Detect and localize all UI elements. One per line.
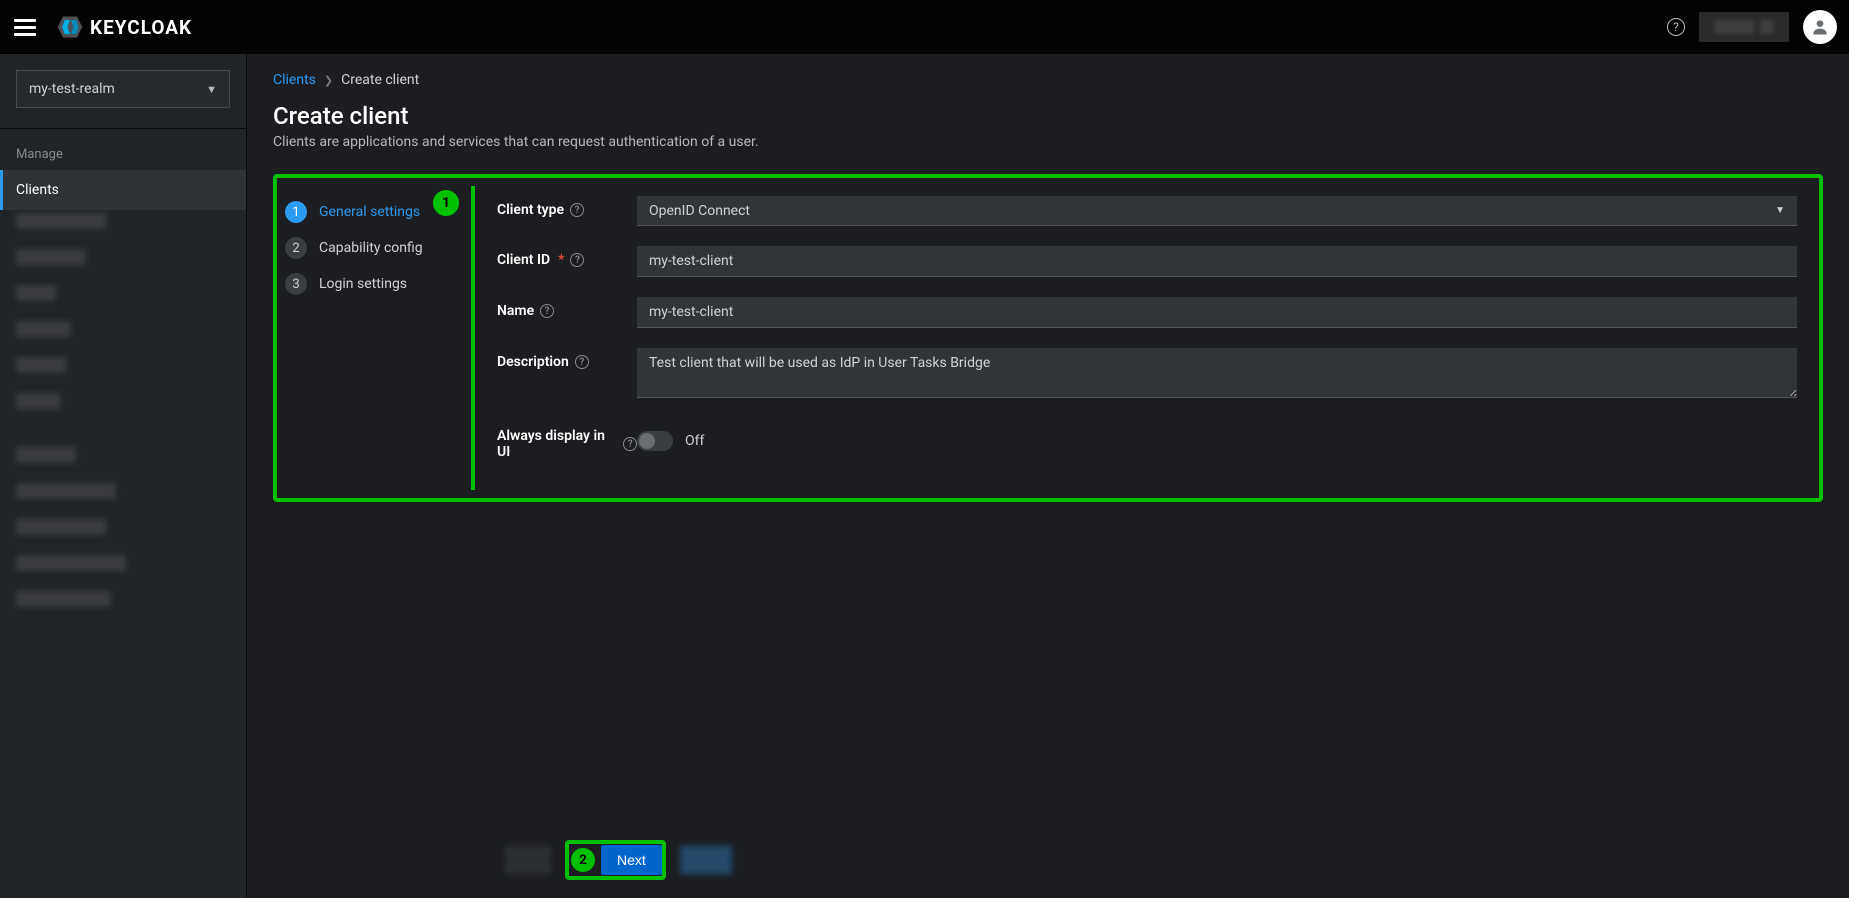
- footer-button-redacted[interactable]: [505, 846, 551, 874]
- annotation-badge-1: 1: [433, 190, 459, 216]
- help-icon[interactable]: ?: [570, 253, 584, 267]
- required-indicator: *: [558, 252, 564, 268]
- menu-toggle-icon[interactable]: [14, 13, 42, 41]
- sidebar-section-manage: Manage: [0, 133, 246, 170]
- sidebar: my-test-realm ▼ Manage Clients: [0, 54, 247, 898]
- sidebar-item-redacted[interactable]: [16, 357, 230, 387]
- caret-down-icon: ▼: [206, 83, 217, 96]
- wizard-steps: 1 General settings 2 Capability config 3…: [285, 186, 475, 490]
- sidebar-item-redacted[interactable]: [16, 591, 230, 621]
- page-description: Clients are applications and services th…: [273, 134, 1823, 150]
- step-label: General settings: [319, 204, 420, 220]
- realm-selector[interactable]: my-test-realm ▼: [16, 70, 230, 108]
- help-icon[interactable]: ?: [570, 203, 584, 217]
- wizard-highlight-box: 1 1 General settings 2 Capability config…: [273, 174, 1823, 502]
- sidebar-item-redacted[interactable]: [16, 213, 230, 243]
- description-textarea[interactable]: [637, 348, 1797, 398]
- step-number: 2: [285, 237, 307, 259]
- top-bar: KEYCLOAK ?: [0, 0, 1849, 54]
- help-icon[interactable]: ?: [623, 437, 637, 451]
- page-title: Create client: [273, 102, 1823, 130]
- breadcrumb-current: Create client: [341, 72, 419, 88]
- brand-name: KEYCLOAK: [90, 16, 192, 39]
- sidebar-item-label: Clients: [16, 182, 59, 198]
- wizard-step-capability-config[interactable]: 2 Capability config: [285, 230, 475, 266]
- footer-button-redacted[interactable]: [680, 846, 732, 874]
- always-display-value: Off: [685, 433, 704, 449]
- name-input[interactable]: [637, 297, 1797, 328]
- client-type-value: OpenID Connect: [649, 203, 750, 219]
- client-id-label: Client ID * ?: [497, 246, 637, 268]
- sidebar-section-redacted: [16, 447, 230, 477]
- realm-selector-value: my-test-realm: [29, 81, 115, 97]
- sidebar-item-redacted[interactable]: [16, 393, 230, 423]
- client-type-label: Client type ?: [497, 196, 637, 218]
- help-icon[interactable]: ?: [540, 304, 554, 318]
- sidebar-item-clients[interactable]: Clients: [0, 170, 246, 210]
- sidebar-item-redacted[interactable]: [16, 519, 230, 549]
- help-icon[interactable]: ?: [575, 355, 589, 369]
- keycloak-logo-icon: [56, 13, 84, 41]
- next-button[interactable]: Next: [601, 845, 662, 875]
- client-id-input[interactable]: [637, 246, 1797, 277]
- name-label: Name ?: [497, 297, 637, 319]
- user-avatar[interactable]: [1803, 10, 1837, 44]
- step-label: Capability config: [319, 240, 423, 256]
- form-area: Client type ? OpenID Connect ▼ Client ID…: [471, 186, 1811, 490]
- always-display-label: Always display in UI ?: [497, 422, 637, 460]
- breadcrumb: Clients ❯ Create client: [273, 72, 1823, 88]
- description-label: Description ?: [497, 348, 637, 370]
- sidebar-item-redacted[interactable]: [16, 285, 230, 315]
- wizard-footer: 2 Next: [273, 824, 1823, 898]
- next-highlight-box: 2 Next: [565, 840, 666, 880]
- always-display-toggle[interactable]: [637, 431, 673, 451]
- sidebar-item-redacted[interactable]: [16, 483, 230, 513]
- sidebar-item-redacted[interactable]: [16, 321, 230, 351]
- main-content: Clients ❯ Create client Create client Cl…: [247, 54, 1849, 898]
- help-icon[interactable]: ?: [1667, 18, 1685, 36]
- sidebar-item-redacted[interactable]: [16, 249, 230, 279]
- sidebar-item-redacted[interactable]: [16, 555, 230, 585]
- step-number: 1: [285, 201, 307, 223]
- chevron-right-icon: ❯: [324, 74, 333, 87]
- client-type-select[interactable]: OpenID Connect ▼: [637, 196, 1797, 226]
- step-number: 3: [285, 273, 307, 295]
- brand-logo[interactable]: KEYCLOAK: [56, 13, 192, 41]
- annotation-badge-2: 2: [571, 848, 595, 872]
- wizard-step-login-settings[interactable]: 3 Login settings: [285, 266, 475, 302]
- breadcrumb-parent[interactable]: Clients: [273, 72, 316, 88]
- step-label: Login settings: [319, 276, 407, 292]
- topbar-dropdown[interactable]: [1699, 12, 1789, 42]
- caret-down-icon: ▼: [1775, 205, 1785, 216]
